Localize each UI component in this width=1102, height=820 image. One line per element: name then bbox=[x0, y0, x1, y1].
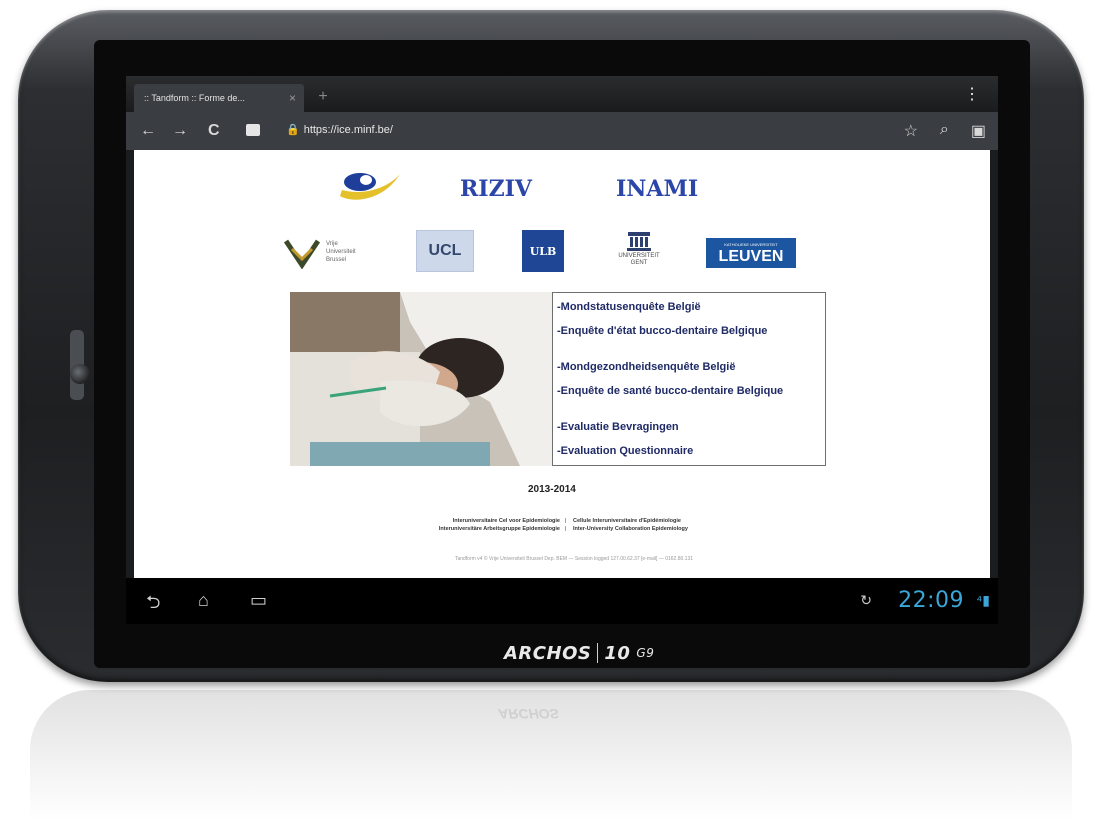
menu-link-etat-bucco[interactable]: -Enquête d'état bucco-dentaire Belgique bbox=[557, 325, 767, 337]
ugent-icon bbox=[627, 232, 651, 251]
menu-link-mondstatus[interactable]: -Mondstatusenquête België bbox=[557, 301, 701, 313]
menu-link-sante-bucco[interactable]: -Enquête de santé bucco-dentaire Belgiqu… bbox=[557, 385, 783, 397]
stage: ARCHOS ARCHOS 10 G9 :: Tandform :: Forme… bbox=[0, 0, 1102, 820]
survey-menu: -Mondstatusenquête België -Enquête d'éta… bbox=[552, 292, 826, 466]
system-back-icon[interactable]: ⮌ bbox=[146, 590, 160, 620]
brand-separator bbox=[597, 643, 599, 663]
browser-tabbar: :: Tandform :: Forme de... × + ⋮ bbox=[126, 76, 998, 112]
footer-left-1: Interuniversitaire Cel voor Epidemiologi… bbox=[452, 518, 560, 524]
camera-icon bbox=[70, 364, 90, 384]
system-recents-icon[interactable]: ▭ bbox=[250, 590, 267, 611]
riziv-title: RIZIV bbox=[460, 176, 532, 202]
vub-line-2: Universiteit bbox=[326, 249, 356, 255]
menu-link-evaluatie[interactable]: -Evaluatie Bevragingen bbox=[557, 421, 679, 433]
ucl-logo: UCL bbox=[416, 230, 474, 272]
system-bar: ⮌ ⌂ ▭ ↻ 22:09 ⁴▮ bbox=[126, 578, 998, 624]
inami-title: INAMI bbox=[616, 176, 699, 202]
tablet-reflection: ARCHOS bbox=[30, 690, 1072, 820]
ugent-line-2: GENT bbox=[630, 260, 648, 266]
close-tab-icon[interactable]: × bbox=[289, 91, 296, 105]
tab-title: :: Tandform :: Forme de... bbox=[144, 93, 245, 103]
signal-battery-icon: ⁴▮ bbox=[976, 592, 990, 608]
ugent-text: UNIVERSITEIT GENT bbox=[618, 253, 659, 267]
model-suffix: G9 bbox=[636, 646, 655, 660]
search-icon[interactable]: ⌕ bbox=[940, 121, 949, 141]
vub-text: Vrije Universiteit Brussel bbox=[326, 240, 356, 264]
vub-icon bbox=[284, 239, 320, 269]
leuven-text: LEUVEN bbox=[718, 248, 784, 265]
reload-icon[interactable]: C bbox=[208, 122, 220, 140]
footer-left-2: Interuniversitäre Arbeitsgruppe Epidemio… bbox=[438, 526, 560, 532]
sync-icon[interactable]: ↻ bbox=[860, 592, 872, 609]
vub-line-3: Brussel bbox=[326, 257, 347, 263]
reflection-brand: ARCHOS bbox=[498, 706, 559, 722]
leuven-top-text: KATHOLIEKE UNIVERSITEIT bbox=[724, 242, 778, 247]
screen: :: Tandform :: Forme de... × + ⋮ ← → C 🔒… bbox=[126, 76, 998, 624]
web-page: RIZIV INAMI Vrije Universiteit Brussel U… bbox=[134, 150, 990, 578]
riziv-logo bbox=[340, 173, 400, 200]
clock[interactable]: 22:09 bbox=[898, 588, 964, 613]
leuven-logo: KATHOLIEKE UNIVERSITEIT LEUVEN bbox=[706, 238, 796, 268]
menu-link-evaluation[interactable]: -Evaluation Questionnaire bbox=[557, 445, 693, 457]
browser-urlbar: ← → C 🔒 https://ice.minf.be/ ☆ ⌕ ▣ bbox=[126, 112, 998, 150]
lock-icon: 🔒 bbox=[286, 124, 300, 136]
star-icon[interactable]: ☆ bbox=[904, 121, 918, 141]
footer-separator-1: | bbox=[565, 518, 567, 524]
system-home-icon[interactable]: ⌂ bbox=[198, 590, 209, 611]
ugent-logo: UNIVERSITEIT GENT bbox=[608, 230, 670, 272]
brand-name: ARCHOS bbox=[504, 642, 592, 664]
footer-separator-2: | bbox=[565, 526, 567, 532]
url-text: https://ice.minf.be/ bbox=[303, 123, 393, 136]
address-bar[interactable]: 🔒 https://ice.minf.be/ bbox=[286, 123, 393, 137]
footer-session: Tandform v4 © Vrije Universiteit Brussel… bbox=[454, 556, 694, 562]
ulb-logo: ULB bbox=[522, 230, 564, 272]
device-brand: ARCHOS 10 G9 bbox=[504, 638, 664, 668]
url-actions: ☆ ⌕ ▣ bbox=[904, 121, 986, 141]
back-icon[interactable]: ← bbox=[140, 122, 156, 140]
site-icon bbox=[246, 124, 260, 136]
dental-photo bbox=[290, 292, 552, 466]
model-number: 10 bbox=[604, 642, 631, 664]
menu-link-mondgezondheid[interactable]: -Mondgezondheidsenquête België bbox=[557, 361, 735, 373]
ugent-line-1: UNIVERSITEIT bbox=[618, 253, 660, 259]
new-tab-icon[interactable]: + bbox=[310, 88, 336, 110]
footer-right-1: Cellule Interuniversitaire d'Epidémiolog… bbox=[573, 518, 681, 524]
footer-right-2: Inter-University Collaboration Epidemiol… bbox=[573, 526, 688, 532]
vub-line-1: Vrije bbox=[326, 241, 338, 247]
vub-logo: Vrije Universiteit Brussel bbox=[284, 232, 394, 272]
browser-tab[interactable]: :: Tandform :: Forme de... × bbox=[134, 84, 304, 112]
forward-icon[interactable]: → bbox=[172, 122, 188, 140]
bookmarks-icon[interactable]: ▣ bbox=[971, 121, 986, 141]
years-label: 2013-2014 bbox=[528, 484, 576, 495]
menu-icon[interactable]: ⋮ bbox=[964, 84, 980, 104]
